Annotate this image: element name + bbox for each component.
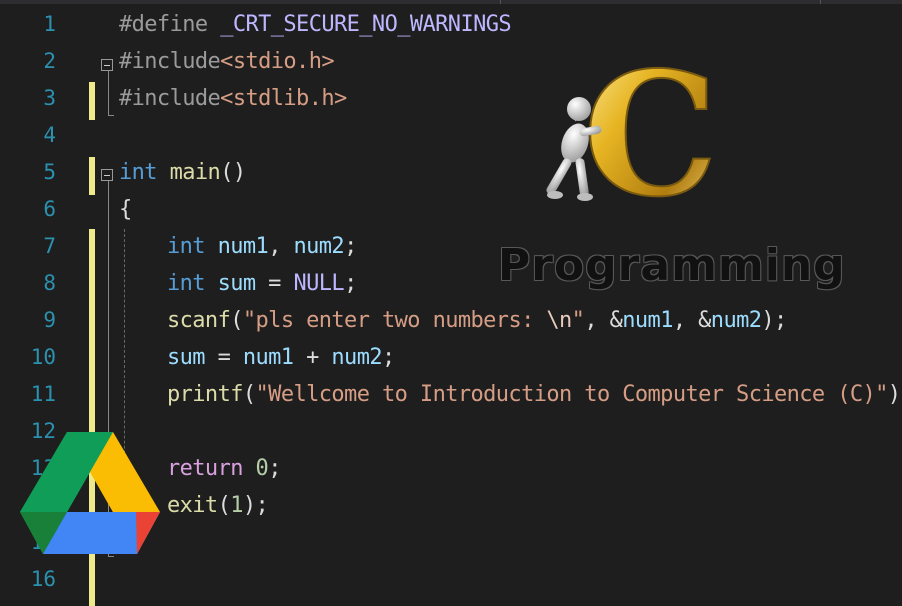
number-literal: 1 (230, 493, 243, 518)
operator: + (293, 345, 332, 370)
code-line: 9 scanf("pls enter two numbers: \n", &nu… (0, 302, 902, 339)
punctuation: ); (761, 308, 787, 333)
variable: num2 (293, 234, 345, 259)
string-literal: "pls enter two numbers: (242, 308, 547, 333)
line-number: 16 (30, 567, 56, 591)
code-text: int num1, num2; (167, 228, 357, 265)
variable: num1 (622, 308, 673, 333)
line-number: 3 (43, 86, 56, 110)
preprocessor-directive: #include (119, 49, 221, 74)
function-name: main (169, 160, 221, 185)
macro-name: NULL (293, 271, 345, 296)
header-name: <stdlib.h> (220, 86, 347, 111)
code-line: 5 int main() (0, 154, 902, 191)
string-literal: " (571, 308, 585, 333)
punctuation: , (268, 234, 294, 259)
number-literal: 0 (255, 456, 269, 481)
keyword: return (167, 456, 243, 481)
line-number: 6 (43, 197, 56, 221)
punctuation: ); (242, 493, 269, 518)
line-number: 7 (43, 234, 56, 258)
code-line: 1 #define _CRT_SECURE_NO_WARNINGS (0, 6, 902, 43)
line-number: 8 (43, 271, 56, 295)
punctuation: ; (344, 271, 357, 296)
line-number: 10 (30, 345, 56, 369)
keyword: int (167, 271, 206, 296)
code-line: 6 { (0, 191, 902, 228)
line-number: 2 (43, 49, 56, 73)
preprocessor-directive: #include (119, 86, 221, 111)
variable: num2 (710, 308, 762, 333)
function-name: scanf (167, 308, 231, 333)
code-text: printf("Wellcome to Introduction to Comp… (167, 376, 902, 413)
punctuation: ; (268, 456, 281, 481)
keyword: int (167, 234, 206, 259)
code-line: 4 (0, 117, 902, 154)
code-text: int main() (119, 154, 246, 191)
code-line: 3 #include<stdlib.h> (0, 80, 902, 117)
variable: num1 (217, 234, 269, 259)
code-text: sum = num1 + num2; (167, 339, 395, 376)
escape-sequence: \n (546, 308, 572, 333)
line-number: 1 (43, 12, 56, 36)
pushing-figure-icon (546, 97, 602, 201)
operator: = (204, 345, 243, 370)
punctuation: ( (242, 382, 256, 407)
macro-name: _CRT_SECURE_NO_WARNINGS (220, 12, 512, 37)
punctuation: ); (887, 382, 902, 407)
function-name: printf (167, 382, 243, 407)
code-text: #include<stdio.h> (119, 43, 335, 80)
variable: sum (167, 345, 206, 370)
code-text: { (119, 191, 132, 228)
string-literal: "Wellcome to Introduction to Computer Sc… (255, 382, 889, 407)
punctuation: ( (230, 308, 243, 333)
variable: num1 (242, 345, 294, 370)
line-number: 4 (43, 123, 56, 147)
punctuation: , & (584, 308, 623, 333)
punctuation: ; (382, 345, 395, 370)
operator: = (255, 271, 294, 296)
code-text: scanf("pls enter two numbers: \n", &num1… (167, 302, 787, 339)
header-name: <stdio.h> (220, 49, 334, 74)
line-number: 9 (43, 308, 56, 332)
function-name: exit (167, 493, 218, 518)
punctuation: () (220, 160, 246, 185)
code-text: exit(1); (167, 487, 269, 524)
code-text: #include<stdlib.h> (119, 80, 347, 117)
punctuation: ; (344, 234, 357, 259)
code-line: 10 sum = num1 + num2; (0, 339, 902, 376)
code-text: return 0; (167, 450, 281, 487)
variable: sum (217, 271, 257, 296)
code-line: 16 (0, 561, 902, 598)
preprocessor-directive: #define (119, 12, 208, 37)
code-line: 11 printf("Wellcome to Introduction to C… (0, 376, 902, 413)
punctuation: { (119, 197, 132, 222)
punctuation: ( (217, 493, 231, 518)
punctuation: , & (672, 308, 712, 333)
code-text: #define _CRT_SECURE_NO_WARNINGS (119, 6, 512, 43)
programming-title: Programming (498, 240, 846, 291)
code-line: 2 #include<stdio.h> (0, 43, 902, 80)
line-number: 5 (43, 160, 56, 184)
google-drive-icon (20, 432, 160, 558)
line-number: 11 (30, 382, 56, 406)
keyword: int (119, 160, 158, 185)
code-text: int sum = NULL; (167, 265, 357, 302)
variable: num2 (331, 345, 382, 370)
